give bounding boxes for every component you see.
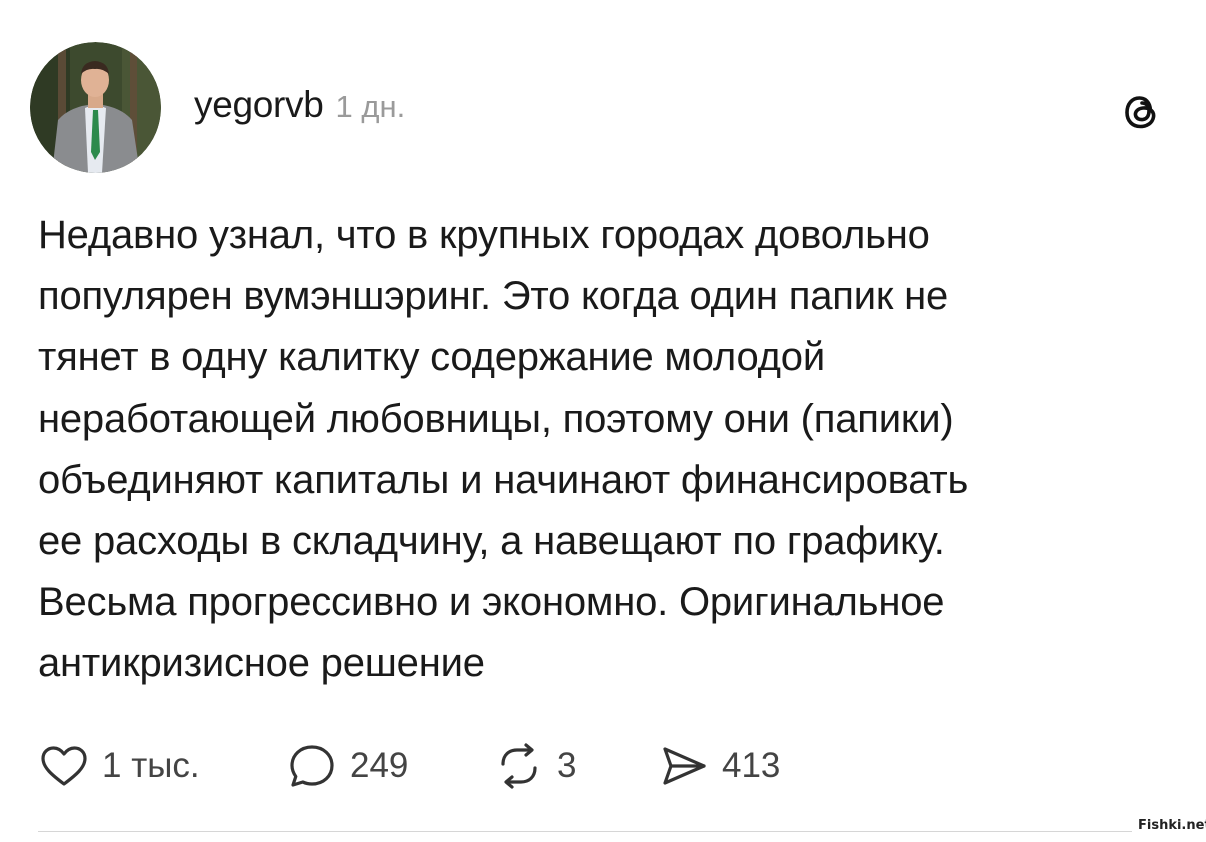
like-count: 1 тыс. <box>102 746 200 785</box>
repost-button[interactable]: 3 <box>493 738 576 794</box>
share-button[interactable]: 413 <box>658 738 780 794</box>
repost-icon <box>493 740 545 792</box>
username[interactable]: yegorvb <box>194 84 324 126</box>
watermark: Fishki.net <box>1138 818 1206 833</box>
send-icon <box>658 740 710 792</box>
share-count: 413 <box>722 746 781 785</box>
heart-icon <box>38 740 90 792</box>
post-divider <box>38 831 1132 832</box>
threads-icon[interactable] <box>1117 88 1165 136</box>
avatar-photo <box>30 42 161 173</box>
post-header: yegorvb 1 дн. <box>194 84 405 128</box>
threads-post: yegorvb 1 дн. Недавно узнал, что в крупн… <box>0 0 1206 842</box>
comment-icon <box>286 740 338 792</box>
reply-button[interactable]: 249 <box>286 738 408 794</box>
like-button[interactable]: 1 тыс. <box>38 738 200 794</box>
user-avatar[interactable] <box>30 42 161 173</box>
post-text: Недавно узнал, что в крупных городах дов… <box>38 213 969 686</box>
post-timestamp: 1 дн. <box>335 89 406 124</box>
repost-count: 3 <box>557 746 577 785</box>
reply-count: 249 <box>350 746 409 785</box>
